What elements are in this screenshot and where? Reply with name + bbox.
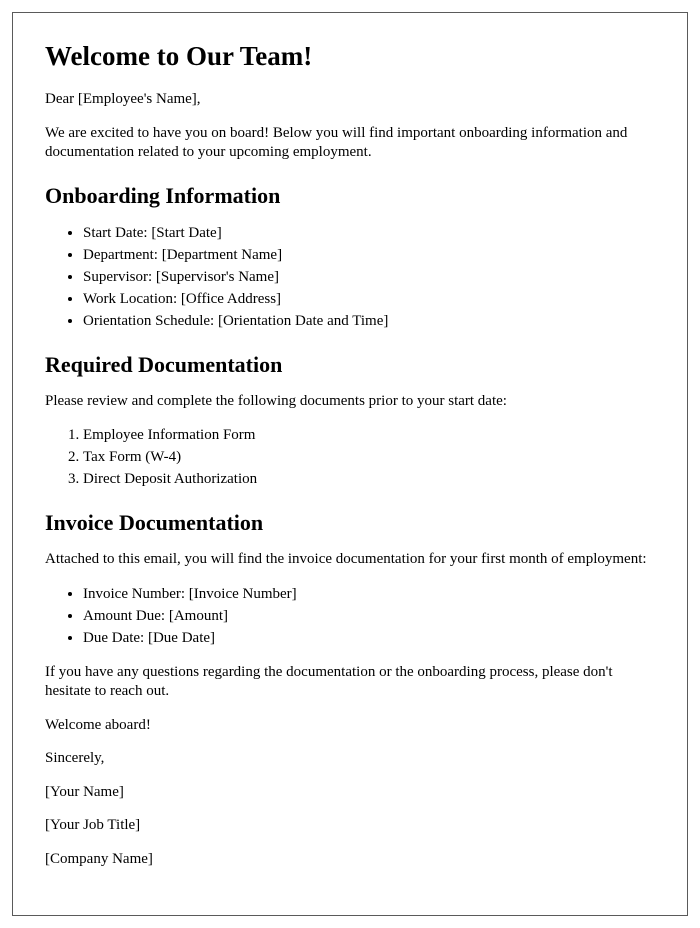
- list-item: Due Date: [Due Date]: [83, 628, 655, 649]
- invoice-heading: Invoice Documentation: [45, 510, 655, 536]
- closing-note: If you have any questions regarding the …: [45, 663, 655, 702]
- list-item: Employee Information Form: [83, 425, 655, 446]
- required-docs-lead: Please review and complete the following…: [45, 392, 655, 412]
- list-item: Amount Due: [Amount]: [83, 606, 655, 627]
- invoice-lead: Attached to this email, you will find th…: [45, 550, 655, 570]
- sender-name: [Your Name]: [45, 783, 655, 803]
- onboarding-list: Start Date: [Start Date] Department: [De…: [45, 223, 655, 332]
- list-item: Invoice Number: [Invoice Number]: [83, 584, 655, 605]
- required-docs-heading: Required Documentation: [45, 352, 655, 378]
- list-item: Start Date: [Start Date]: [83, 223, 655, 244]
- page-container: Welcome to Our Team! Dear [Employee's Na…: [0, 0, 700, 928]
- document-frame: Welcome to Our Team! Dear [Employee's Na…: [12, 12, 688, 916]
- list-item: Orientation Schedule: [Orientation Date …: [83, 311, 655, 332]
- sender-title: [Your Job Title]: [45, 816, 655, 836]
- greeting-line: Dear [Employee's Name],: [45, 90, 655, 110]
- list-item: Work Location: [Office Address]: [83, 289, 655, 310]
- list-item: Direct Deposit Authorization: [83, 469, 655, 490]
- invoice-list: Invoice Number: [Invoice Number] Amount …: [45, 584, 655, 649]
- welcome-line: Welcome aboard!: [45, 716, 655, 736]
- list-item: Department: [Department Name]: [83, 245, 655, 266]
- list-item: Supervisor: [Supervisor's Name]: [83, 267, 655, 288]
- sender-company: [Company Name]: [45, 850, 655, 870]
- list-item: Tax Form (W-4): [83, 447, 655, 468]
- onboarding-heading: Onboarding Information: [45, 183, 655, 209]
- page-title: Welcome to Our Team!: [45, 41, 655, 72]
- required-docs-list: Employee Information Form Tax Form (W-4)…: [45, 425, 655, 490]
- signoff-line: Sincerely,: [45, 749, 655, 769]
- intro-paragraph: We are excited to have you on board! Bel…: [45, 124, 655, 163]
